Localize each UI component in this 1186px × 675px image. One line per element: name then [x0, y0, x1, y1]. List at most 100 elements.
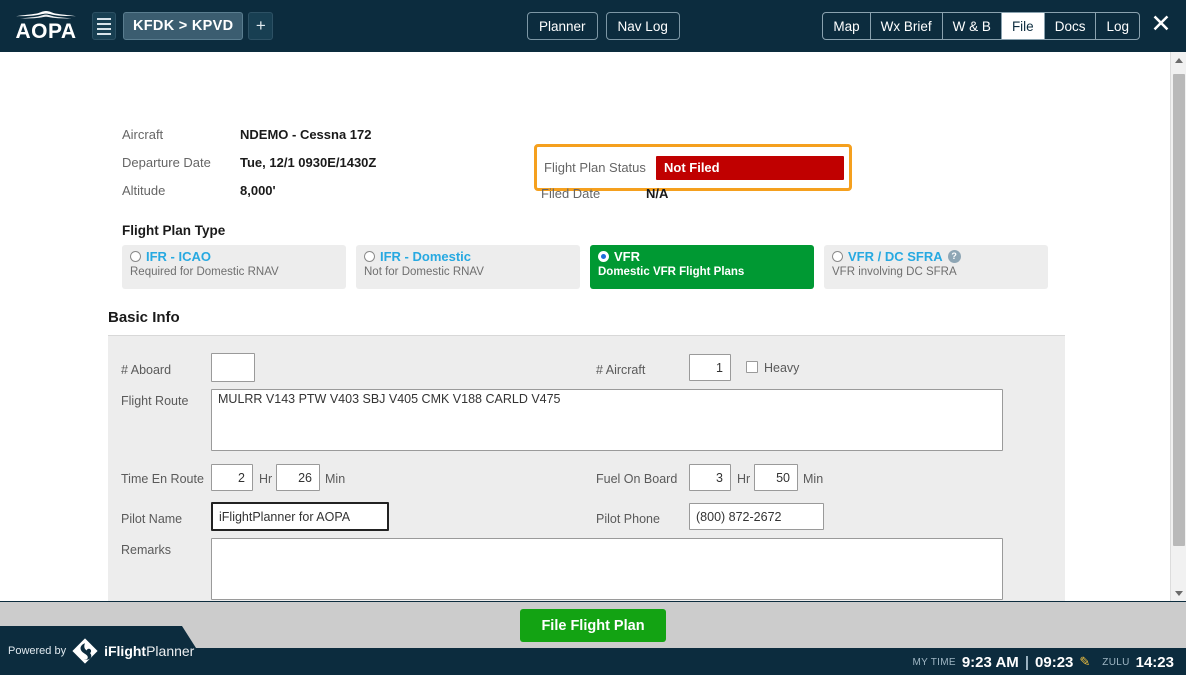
scrollbar-thumb[interactable]	[1173, 74, 1185, 546]
aircraft-label: Aircraft	[122, 127, 164, 142]
my-time-caption: MY TIME	[912, 656, 956, 668]
departure-date-label: Departure Date	[122, 155, 211, 170]
planner-button[interactable]: Planner	[527, 12, 598, 40]
type-option-header: IFR - ICAO	[130, 249, 346, 264]
zulu-time-value: 14:23	[1135, 653, 1174, 671]
fuel-hours-input[interactable]	[689, 464, 731, 491]
flight-plan-status-label: Flight Plan Status	[544, 160, 646, 175]
status-badge: Not Filed	[656, 155, 844, 180]
tab-map[interactable]: Map	[823, 13, 871, 39]
time-enroute-label: Time En Route	[121, 472, 204, 486]
iflightplanner-logo-icon	[72, 637, 98, 664]
filed-date-row: Filed Date N/A	[541, 186, 668, 201]
remarks-textarea[interactable]	[211, 538, 1003, 600]
flight-route-textarea[interactable]	[211, 389, 1003, 451]
vertical-scrollbar[interactable]	[1170, 52, 1186, 601]
fuel-minutes-input[interactable]	[754, 464, 798, 491]
pilot-name-label: Pilot Name	[121, 512, 183, 526]
aircraft-value: NDEMO - Cessna 172	[240, 127, 372, 142]
tab-log[interactable]: Log	[1096, 13, 1139, 39]
app-root: AOPA KFDK > KPVD + Planner Nav Log Map W…	[0, 0, 1186, 675]
type-option-sublabel: Domestic VFR Flight Plans	[598, 266, 745, 278]
tab-w-and-b[interactable]: W & B	[943, 13, 1002, 39]
aopa-logo[interactable]: AOPA	[10, 10, 82, 42]
type-option-ifr-icao[interactable]: IFR - ICAO Required for Domestic RNAV	[122, 245, 346, 289]
tab-file[interactable]: File	[1001, 13, 1045, 39]
hamburger-line	[97, 27, 111, 30]
fuel-on-board-label: Fuel On Board	[596, 472, 678, 486]
top-navigation-bar: AOPA KFDK > KPVD + Planner Nav Log Map W…	[0, 0, 1186, 52]
heavy-checkbox[interactable]	[746, 361, 758, 373]
pilot-phone-label: Pilot Phone	[596, 512, 660, 526]
flight-plan-status-box: Flight Plan Status Not Filed	[534, 144, 852, 191]
triangle-down	[1175, 590, 1183, 596]
hr-unit-label: Hr	[259, 472, 273, 486]
add-route-tab-button[interactable]: +	[248, 12, 274, 40]
nav-log-button[interactable]: Nav Log	[605, 12, 680, 40]
heavy-label: Heavy	[764, 361, 800, 375]
basic-info-title: Basic Info	[108, 309, 180, 326]
type-option-ifr-domestic[interactable]: IFR - Domestic Not for Domestic RNAV	[356, 245, 580, 289]
radio-icon[interactable]	[130, 251, 141, 262]
aboard-label: # Aboard	[121, 363, 172, 377]
radio-icon[interactable]	[832, 251, 843, 262]
aircraft-count-input[interactable]	[689, 354, 731, 381]
route-tab-kfdk-kpvd[interactable]: KFDK > KPVD	[123, 12, 244, 40]
min-unit-label: Min	[803, 472, 824, 486]
type-option-header: VFR / DC SFRA ?	[832, 249, 1048, 264]
summary-row-aircraft: Aircraft NDEMO - Cessna 172	[122, 127, 372, 142]
brand-light: Planner	[146, 642, 195, 659]
aboard-input[interactable]	[211, 353, 255, 382]
hamburger-line	[97, 32, 111, 35]
scroll-up-arrow-icon[interactable]	[1171, 52, 1186, 68]
type-option-sublabel: VFR involving DC SFRA	[832, 266, 957, 278]
radio-icon[interactable]	[598, 251, 609, 262]
pilot-phone-input[interactable]	[689, 503, 824, 530]
brand-bold: iFlight	[104, 642, 147, 659]
type-option-vfr[interactable]: VFR Domestic VFR Flight Plans	[590, 245, 814, 289]
type-option-label: VFR	[614, 249, 640, 264]
pilot-name-input[interactable]	[211, 502, 389, 531]
help-icon[interactable]: ?	[947, 250, 961, 263]
type-option-label: VFR / DC SFRA	[848, 249, 943, 264]
type-option-label: IFR - Domestic	[380, 249, 472, 264]
altitude-label: Altitude	[122, 183, 166, 198]
powered-by-iflightplanner[interactable]: Powered by iFlightPlanner	[0, 626, 196, 675]
hr-unit-label: Hr	[737, 472, 751, 486]
close-icon[interactable]: ✕	[1149, 11, 1173, 37]
scroll-down-arrow-icon[interactable]	[1171, 585, 1186, 601]
type-option-sublabel: Required for Domestic RNAV	[130, 266, 279, 278]
time-enroute-minutes-input[interactable]	[276, 464, 320, 491]
hamburger-menu-icon[interactable]	[92, 12, 116, 40]
aircraft-count-label: # Aircraft	[596, 363, 646, 377]
filed-date-value: N/A	[646, 186, 669, 201]
summary-row-departure-date: Departure Date Tue, 12/1 0930E/1430Z	[122, 155, 376, 170]
type-option-label: IFR - ICAO	[146, 249, 211, 264]
type-option-header: VFR	[598, 249, 814, 264]
flight-plan-type-title: Flight Plan Type	[122, 223, 226, 238]
type-option-vfr-dc-sfra[interactable]: VFR / DC SFRA ? VFR involving DC SFRA	[824, 245, 1048, 289]
altitude-value: 8,000'	[240, 183, 276, 198]
powered-by-label: Powered by	[8, 644, 67, 657]
my-time-value: 9:23 AM	[961, 653, 1019, 671]
summary-row-altitude: Altitude 8,000'	[122, 183, 276, 198]
type-option-header: IFR - Domestic	[364, 249, 580, 264]
remarks-label: Remarks	[121, 543, 172, 557]
departure-date-value: Tue, 12/1 0930E/1430Z	[240, 155, 377, 170]
tab-docs[interactable]: Docs	[1045, 13, 1097, 39]
view-segmented-control: Map Wx Brief W & B File Docs Log	[822, 12, 1140, 40]
file-flight-plan-button[interactable]: File Flight Plan	[520, 609, 666, 642]
hamburger-line	[97, 17, 111, 20]
edit-time-icon[interactable]: ✎	[1079, 654, 1090, 670]
tab-wx-brief[interactable]: Wx Brief	[871, 13, 943, 39]
filed-date-label: Filed Date	[541, 186, 601, 201]
basic-info-panel: # Aboard # Aircraft Heavy Flight Route T…	[108, 335, 1065, 601]
radio-icon[interactable]	[364, 251, 375, 262]
iflightplanner-wordmark: iFlightPlanner	[104, 643, 194, 659]
flight-plan-type-options: IFR - ICAO Required for Domestic RNAV IF…	[122, 245, 1048, 289]
time-separator: |	[1024, 653, 1030, 671]
type-option-sublabel: Not for Domestic RNAV	[364, 266, 484, 278]
triangle-up	[1175, 57, 1183, 63]
zulu-caption: ZULU	[1102, 656, 1130, 668]
time-enroute-hours-input[interactable]	[211, 464, 253, 491]
